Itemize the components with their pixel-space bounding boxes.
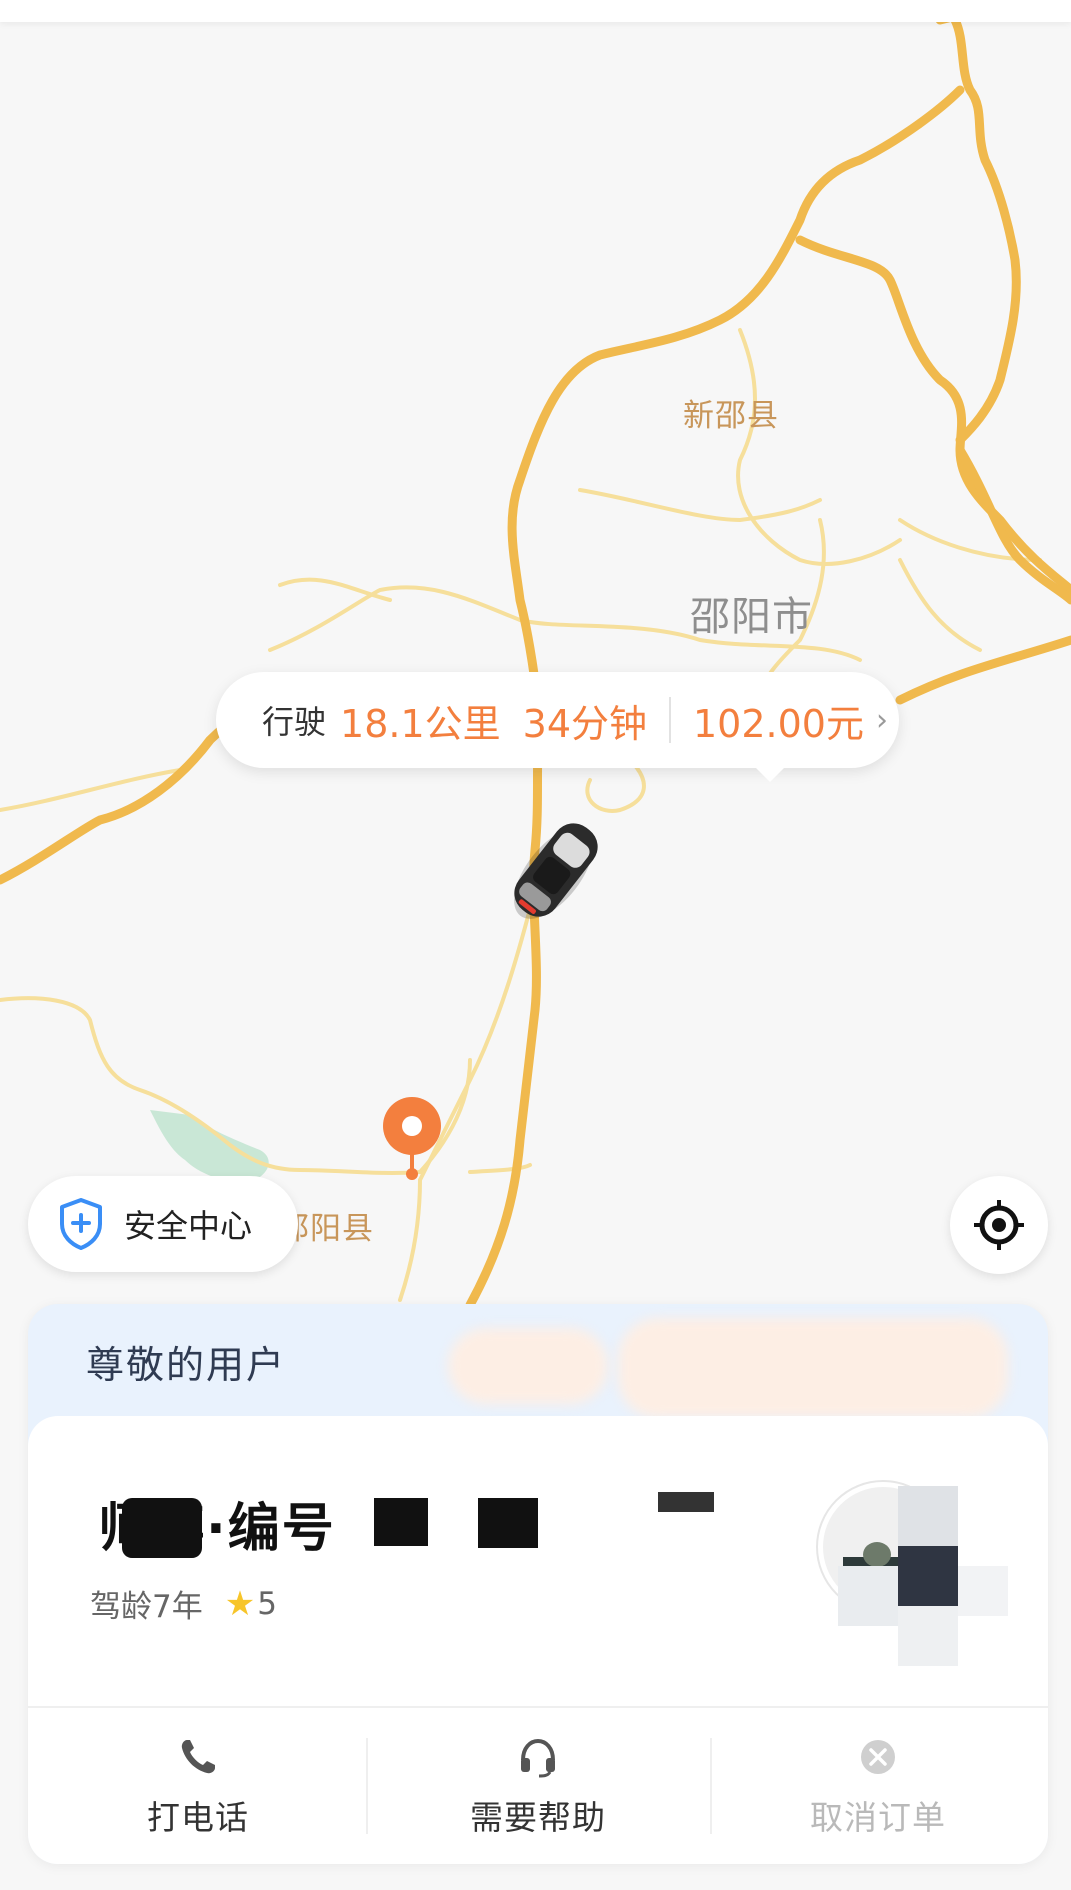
redacted-block	[122, 1498, 202, 1558]
help-button[interactable]: 需要帮助	[368, 1708, 708, 1864]
cancel-order-button[interactable]: 取消订单	[708, 1708, 1048, 1864]
driver-experience: 驾龄7年	[90, 1589, 203, 1625]
call-label: 打电话	[147, 1798, 249, 1837]
trip-prefix: 行驶	[262, 703, 327, 741]
redacted-block	[658, 1492, 714, 1512]
redacted-area	[618, 1318, 1008, 1418]
redacted-block	[838, 1566, 898, 1626]
chevron-right-icon: ›	[875, 702, 888, 738]
trip-info-bubble[interactable]: 行驶 18.1公里 34分钟 102.00元 ›	[216, 672, 899, 782]
driver-card: 师傅·编号 驾龄7年 ★ 5 打电话 需要帮助 取消订单	[28, 1416, 1048, 1864]
redacted-block	[898, 1486, 958, 1546]
call-button[interactable]: 打电话	[28, 1708, 368, 1864]
redacted-block	[898, 1546, 958, 1606]
map-label-shaoyang-city: 邵阳市	[690, 594, 813, 640]
headset-icon	[521, 1738, 555, 1778]
cancel-order-label: 取消订单	[810, 1798, 946, 1837]
trip-price: 102.00元	[693, 701, 864, 746]
shield-plus-icon	[60, 1198, 102, 1250]
bubble-pointer	[754, 766, 786, 782]
trip-duration: 34分钟	[522, 701, 647, 746]
safety-center-button[interactable]: 安全中心	[28, 1176, 298, 1272]
phone-icon	[181, 1740, 215, 1774]
action-divider	[366, 1738, 368, 1834]
redacted-area	[448, 1328, 608, 1404]
star-icon: ★	[224, 1583, 256, 1624]
safety-center-label: 安全中心	[124, 1207, 253, 1245]
driver-meta: 驾龄7年 ★ 5	[90, 1581, 277, 1626]
driver-rating: 5	[257, 1585, 277, 1622]
action-divider	[710, 1738, 712, 1834]
destination-pin-icon	[383, 1097, 441, 1180]
redacted-block	[898, 1606, 958, 1666]
trip-distance: 18.1公里	[340, 701, 501, 746]
map-label-xinshao: 新邵县	[683, 398, 779, 434]
redacted-block	[374, 1498, 428, 1546]
status-bar	[0, 0, 1071, 22]
greeting-text: 尊敬的用户	[86, 1343, 287, 1387]
driver-panel: 尊敬的用户 师傅·编号 驾龄7年 ★ 5 打电话 需要帮助 取消订单	[28, 1304, 1048, 1864]
trip-divider	[669, 697, 671, 743]
cancel-icon	[861, 1740, 895, 1774]
redacted-block	[958, 1566, 1008, 1616]
action-bar: 打电话 需要帮助 取消订单	[28, 1706, 1048, 1864]
crosshair-icon	[974, 1200, 1024, 1250]
redacted-block	[478, 1498, 538, 1548]
locate-me-button[interactable]	[950, 1176, 1048, 1274]
help-label: 需要帮助	[470, 1798, 606, 1837]
